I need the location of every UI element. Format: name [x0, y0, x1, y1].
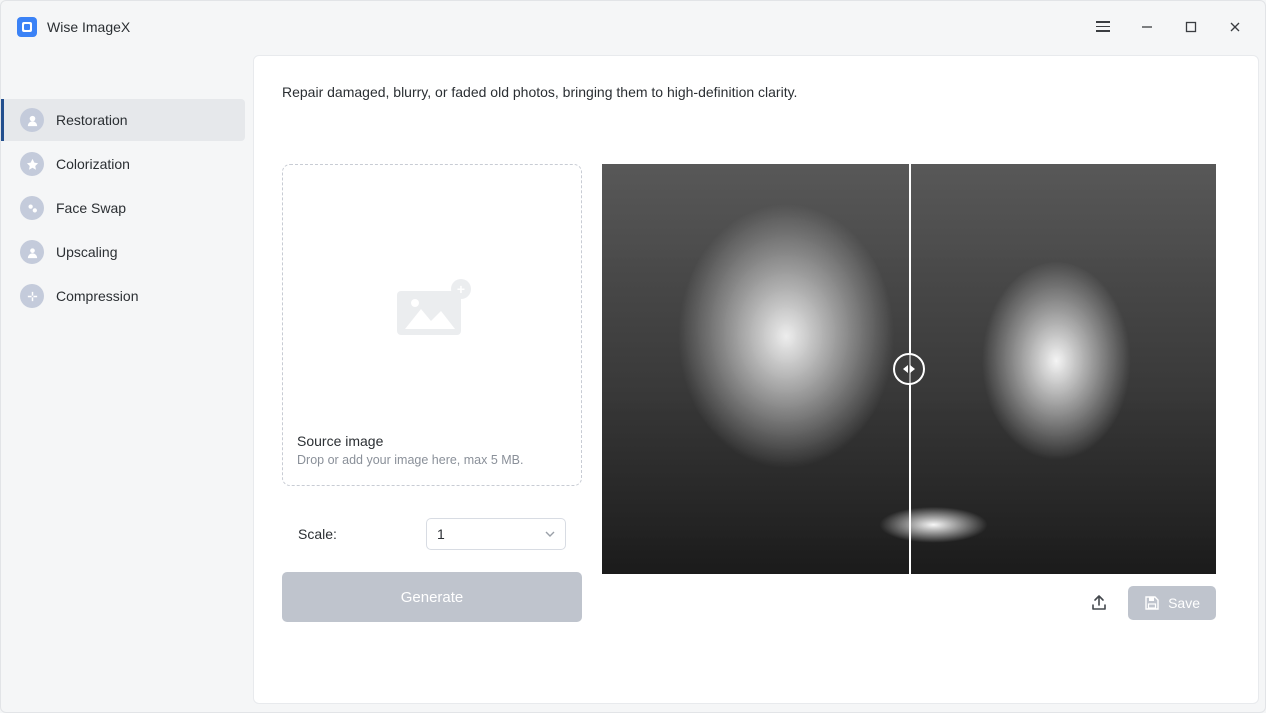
menu-button[interactable] — [1081, 11, 1125, 43]
sidebar-item-label: Upscaling — [56, 244, 117, 260]
sidebar: Restoration Colorization Face Swap Upsca… — [1, 53, 251, 712]
dropzone-title: Source image — [297, 433, 383, 449]
maximize-button[interactable] — [1169, 11, 1213, 43]
hamburger-icon — [1096, 21, 1110, 32]
arrow-right-icon — [910, 365, 915, 373]
close-icon — [1228, 20, 1242, 34]
sidebar-item-label: Face Swap — [56, 200, 126, 216]
app-logo-icon — [17, 17, 37, 37]
sidebar-item-restoration[interactable]: Restoration — [1, 99, 245, 141]
scale-value: 1 — [437, 526, 445, 542]
sidebar-item-label: Compression — [56, 288, 138, 304]
app-title: Wise ImageX — [47, 19, 130, 35]
restoration-icon — [20, 108, 44, 132]
colorization-icon — [20, 152, 44, 176]
sidebar-item-face-swap[interactable]: Face Swap — [1, 187, 245, 229]
maximize-icon — [1184, 20, 1198, 34]
chevron-down-icon — [545, 526, 555, 542]
comparison-slider-handle[interactable] — [893, 353, 925, 385]
scale-label: Scale: — [298, 526, 337, 542]
close-button[interactable] — [1213, 11, 1257, 43]
plus-icon: + — [451, 279, 471, 299]
page-description: Repair damaged, blurry, or faded old pho… — [282, 84, 1224, 100]
minimize-button[interactable] — [1125, 11, 1169, 43]
generate-button[interactable]: Generate — [282, 572, 582, 622]
scale-select[interactable]: 1 — [426, 518, 566, 550]
share-icon — [1089, 593, 1109, 613]
sidebar-item-upscaling[interactable]: Upscaling — [1, 231, 245, 273]
sidebar-item-compression[interactable]: Compression — [1, 275, 245, 317]
sidebar-item-label: Restoration — [56, 112, 128, 128]
save-label: Save — [1168, 595, 1200, 611]
app-window: Wise ImageX Restoration — [0, 0, 1266, 713]
sidebar-item-colorization[interactable]: Colorization — [1, 143, 245, 185]
source-image-dropzone[interactable]: + Source image Drop or add your image he… — [282, 164, 582, 486]
comparison-preview — [602, 164, 1216, 574]
compression-icon — [20, 284, 44, 308]
face-swap-icon — [20, 196, 44, 220]
save-icon — [1144, 595, 1160, 611]
titlebar: Wise ImageX — [1, 1, 1265, 53]
window-controls — [1081, 11, 1257, 43]
upscaling-icon — [20, 240, 44, 264]
save-button[interactable]: Save — [1128, 586, 1216, 620]
minimize-icon — [1140, 20, 1154, 34]
image-placeholder-icon: + — [397, 285, 467, 335]
dropzone-subtitle: Drop or add your image here, max 5 MB. — [297, 453, 524, 467]
sidebar-item-label: Colorization — [56, 156, 130, 172]
scale-row: Scale: 1 — [282, 518, 582, 550]
share-button[interactable] — [1088, 592, 1110, 614]
main-panel: Repair damaged, blurry, or faded old pho… — [253, 55, 1259, 704]
arrow-left-icon — [903, 365, 908, 373]
